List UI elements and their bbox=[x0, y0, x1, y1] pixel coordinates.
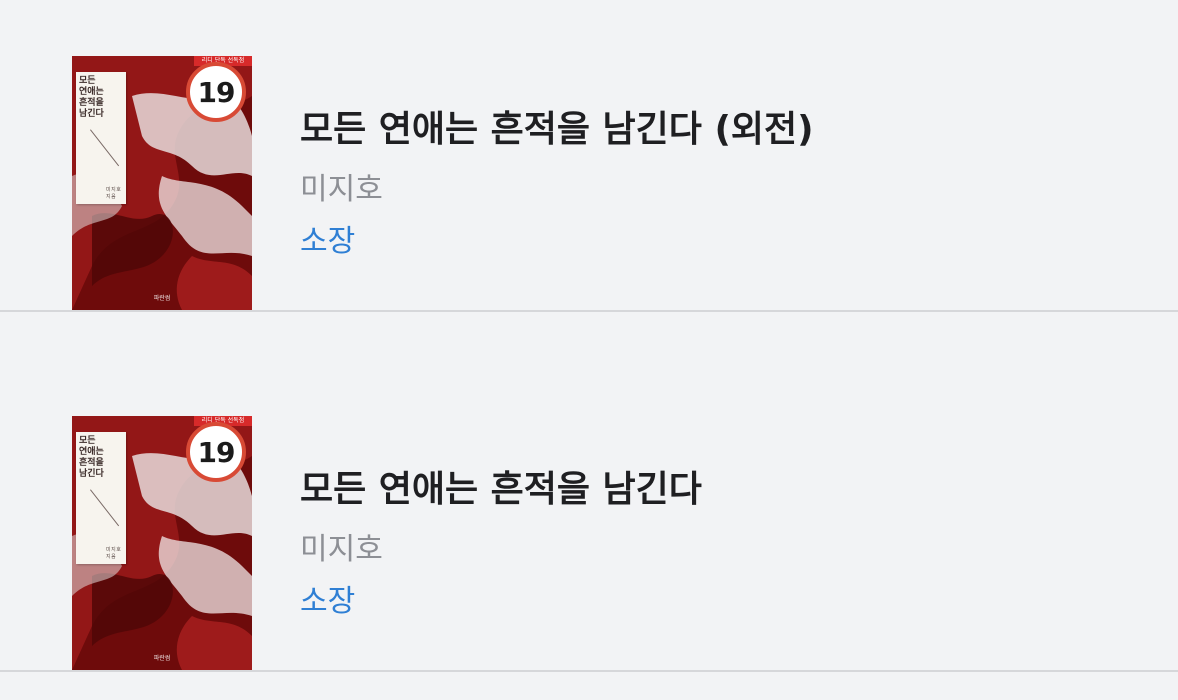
age-rating-number: 19 bbox=[197, 435, 236, 469]
book-list-item[interactable]: 리디 단독 선독점 모든 연애는 흔적을 남긴다 미지호 지음 파란썸 19 모… bbox=[0, 360, 1178, 672]
book-list: 리디 단독 선독점 모든 연애는 흔적을 남긴다 미지호 지음 파란썸 19 모… bbox=[0, 0, 1178, 700]
age-rating-badge: 19 bbox=[186, 62, 246, 122]
age-rating-badge: 19 bbox=[186, 422, 246, 482]
book-info: 모든 연애는 흔적을 남긴다 미지호 소장 bbox=[300, 466, 702, 622]
age-rating-number: 19 bbox=[197, 75, 236, 109]
ownership-status-link[interactable]: 소장 bbox=[300, 582, 702, 622]
book-cover-image[interactable]: 리디 단독 선독점 모든 연애는 흔적을 남긴다 미지호 지음 파란썸 19 bbox=[72, 56, 252, 310]
cover-title-panel: 모든 연애는 흔적을 남긴다 미지호 지음 bbox=[76, 72, 126, 204]
book-title[interactable]: 모든 연애는 흔적을 남긴다 bbox=[300, 466, 702, 514]
book-info: 모든 연애는 흔적을 남긴다 (외전) 미지호 소장 bbox=[300, 106, 814, 262]
cover-title-panel: 모든 연애는 흔적을 남긴다 미지호 지음 bbox=[76, 432, 126, 564]
ownership-status-link[interactable]: 소장 bbox=[300, 222, 814, 262]
book-list-item[interactable]: 리디 단독 선독점 모든 연애는 흔적을 남긴다 미지호 지음 파란썸 19 모… bbox=[0, 0, 1178, 312]
book-title[interactable]: 모든 연애는 흔적을 남긴다 (외전) bbox=[300, 106, 814, 154]
cover-author-text: 미지호 지음 bbox=[106, 187, 122, 200]
book-author[interactable]: 미지호 bbox=[300, 530, 702, 570]
cover-title-text: 모든 연애는 흔적을 남긴다 bbox=[79, 436, 104, 479]
book-cover-image[interactable]: 리디 단독 선독점 모든 연애는 흔적을 남긴다 미지호 지음 파란썸 19 bbox=[72, 416, 252, 670]
cover-author-text: 미지호 지음 bbox=[106, 547, 122, 560]
cover-slash-line bbox=[90, 489, 120, 527]
cover-publisher-text: 파란썸 bbox=[153, 295, 171, 302]
cover-slash-line bbox=[90, 129, 120, 167]
cover-title-text: 모든 연애는 흔적을 남긴다 bbox=[79, 76, 104, 119]
book-author[interactable]: 미지호 bbox=[300, 170, 814, 210]
cover-publisher-text: 파란썸 bbox=[153, 655, 171, 662]
